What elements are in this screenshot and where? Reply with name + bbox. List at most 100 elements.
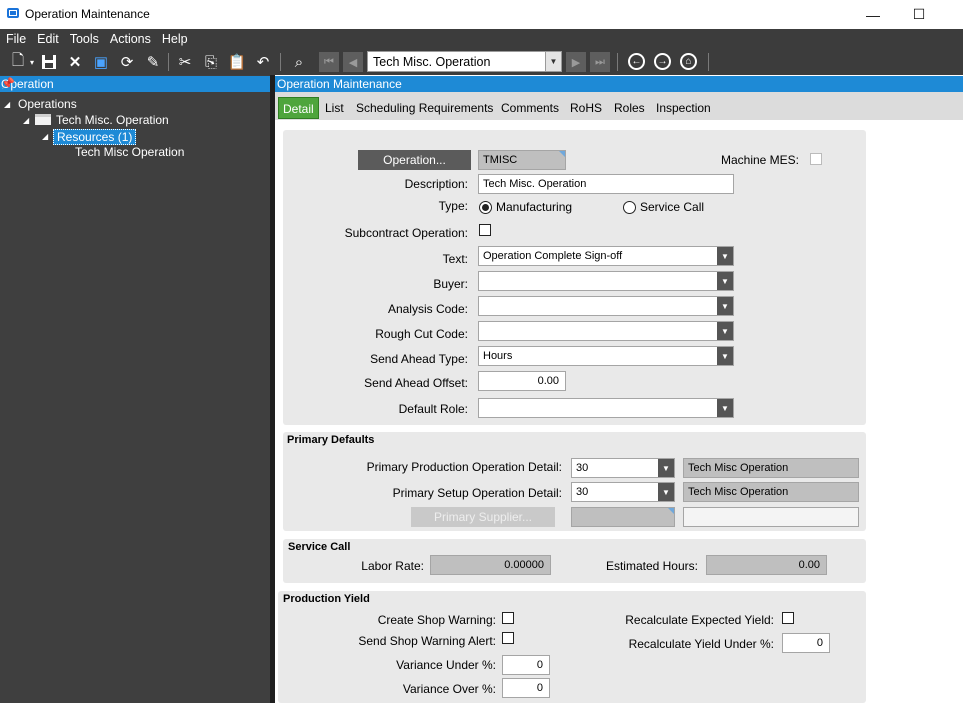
operation-id-field[interactable]: TMISC <box>478 150 566 170</box>
expand-arrow-icon[interactable]: ◢ <box>42 132 48 141</box>
buyer-combo[interactable]: ▼ <box>478 271 734 291</box>
tab-comments[interactable]: Comments <box>497 97 563 119</box>
delete-icon[interactable]: ✕ <box>65 52 85 72</box>
tab-inspection[interactable]: Inspection <box>652 97 715 119</box>
text-label: Text: <box>442 252 468 266</box>
service-call-title: Service Call <box>288 541 351 553</box>
primary-setup-desc: Tech Misc Operation <box>683 482 859 502</box>
description-field[interactable]: Tech Misc. Operation <box>478 174 734 194</box>
primary-supplier-button[interactable]: Primary Supplier... <box>411 507 555 527</box>
last-record-icon[interactable]: ⏭ <box>590 52 610 72</box>
chevron-down-icon[interactable]: ▼ <box>717 322 733 340</box>
primary-production-label: Primary Production Operation Detail: <box>366 460 562 474</box>
chevron-down-icon[interactable]: ▼ <box>717 272 733 290</box>
operation-button[interactable]: Operation... <box>358 150 471 170</box>
primary-defaults-title: Primary Defaults <box>287 434 375 446</box>
menu-tools[interactable]: Tools <box>64 30 104 50</box>
recalculate-expected-yield-checkbox[interactable] <box>782 612 794 624</box>
default-role-label: Default Role: <box>398 402 468 416</box>
next-record-icon[interactable]: ▶ <box>566 52 586 72</box>
send-ahead-type-combo[interactable]: Hours ▼ <box>478 346 734 366</box>
tab-scheduling-requirements[interactable]: Scheduling Requirements <box>352 97 497 119</box>
recalculate-yield-under-label: Recalculate Yield Under %: <box>628 637 774 651</box>
chevron-down-icon[interactable]: ▼ <box>658 483 674 501</box>
tree-node-operation[interactable]: Tech Misc. Operation <box>56 113 169 127</box>
toolbar-separator <box>708 53 709 71</box>
minimize-button[interactable]: — <box>850 0 896 29</box>
labor-rate-field: 0.00000 <box>430 555 551 575</box>
tree-node-resources[interactable]: Resources (1) <box>53 129 137 145</box>
type-manufacturing-radio[interactable] <box>479 201 492 214</box>
chevron-down-icon[interactable]: ▼ <box>658 459 674 477</box>
menubar: File Edit Tools Actions Help <box>0 30 193 50</box>
variance-over-field[interactable]: 0 <box>502 678 550 698</box>
chevron-down-icon[interactable]: ▼ <box>717 399 733 417</box>
menu-edit[interactable]: Edit <box>31 30 64 50</box>
chevron-down-icon[interactable]: ▼ <box>717 247 733 265</box>
clear-icon[interactable]: ✎ <box>143 52 163 72</box>
window-title: Operation Maintenance <box>25 7 150 21</box>
type-service-call-label: Service Call <box>640 200 705 214</box>
send-ahead-type-value: Hours <box>483 350 513 362</box>
menu-help[interactable]: Help <box>156 30 193 50</box>
send-ahead-offset-field[interactable]: 0.00 <box>478 371 566 391</box>
text-combo-value: Operation Complete Sign-off <box>483 250 623 262</box>
recalculate-expected-yield-label: Recalculate Expected Yield: <box>625 613 774 627</box>
primary-production-combo[interactable]: 30 ▼ <box>571 458 675 478</box>
analysis-code-label: Analysis Code: <box>387 302 468 316</box>
previous-record-icon[interactable]: ◀ <box>343 52 363 72</box>
subcontract-label: Subcontract Operation: <box>344 226 468 240</box>
send-shop-warning-alert-checkbox[interactable] <box>502 632 514 644</box>
app-icon <box>7 8 19 18</box>
refresh-icon[interactable]: ⟳ <box>117 52 137 72</box>
tab-detail[interactable]: Detail <box>278 97 319 119</box>
tab-roles[interactable]: Roles <box>610 97 649 119</box>
tree-node-resource-leaf[interactable]: Tech Misc Operation <box>75 145 184 159</box>
expand-arrow-icon[interactable]: ◢ <box>4 100 10 109</box>
create-shop-warning-checkbox[interactable] <box>502 612 514 624</box>
cut-icon[interactable]: ✂ <box>175 52 195 72</box>
maximize-button[interactable]: ☐ <box>896 0 942 29</box>
recalculate-yield-under-field[interactable]: 0 <box>782 633 830 653</box>
tab-list[interactable]: List <box>321 97 348 119</box>
primary-production-value: 30 <box>576 462 589 474</box>
paste-icon[interactable]: 📋 <box>227 52 247 72</box>
rough-cut-code-label: Rough Cut Code: <box>375 327 468 341</box>
forward-icon[interactable]: → <box>654 53 671 70</box>
type-service-call-radio[interactable] <box>623 201 636 214</box>
rough-cut-code-combo[interactable]: ▼ <box>478 321 734 341</box>
print-preview-icon[interactable]: ▣ <box>91 52 111 72</box>
menu-actions[interactable]: Actions <box>104 30 156 50</box>
machine-mes-label: Machine MES: <box>720 153 799 167</box>
toolbar-separator <box>617 53 618 71</box>
labor-rate-label: Labor Rate: <box>361 559 424 573</box>
back-icon[interactable]: ← <box>628 53 645 70</box>
analysis-code-combo[interactable]: ▼ <box>478 296 734 316</box>
tab-rohs[interactable]: RoHS <box>566 97 606 119</box>
home-icon[interactable]: ⌂ <box>680 53 697 70</box>
default-role-combo[interactable]: ▼ <box>478 398 734 418</box>
primary-setup-combo[interactable]: 30 ▼ <box>571 482 675 502</box>
create-shop-warning-label: Create Shop Warning: <box>377 613 496 627</box>
tree-node-operations[interactable]: Operations <box>18 97 77 111</box>
pin-icon[interactable]: 📌 <box>1 77 262 90</box>
variance-under-field[interactable]: 0 <box>502 655 550 675</box>
record-nav-combo[interactable]: Tech Misc. Operation ▼ <box>367 51 562 72</box>
estimated-hours-field: 0.00 <box>706 555 827 575</box>
variance-over-label: Variance Over %: <box>402 682 496 696</box>
text-combo[interactable]: Operation Complete Sign-off ▼ <box>478 246 734 266</box>
machine-mes-checkbox[interactable] <box>810 153 822 165</box>
detail-panel-header: Operation Maintenance <box>275 76 963 92</box>
undo-icon[interactable]: ↶ <box>253 52 273 72</box>
chevron-down-icon[interactable]: ▼ <box>717 297 733 315</box>
menu-file[interactable]: File <box>0 30 31 50</box>
search-icon[interactable]: ⌕ <box>289 52 309 72</box>
first-record-icon[interactable]: ⏮ <box>319 52 339 72</box>
expand-arrow-icon[interactable]: ◢ <box>23 116 29 125</box>
chevron-down-icon[interactable]: ▼ <box>717 347 733 365</box>
chevron-down-icon[interactable]: ▼ <box>545 52 561 71</box>
tree-panel <box>0 75 270 703</box>
subcontract-checkbox[interactable] <box>479 224 491 236</box>
copy-icon[interactable]: ⎘ <box>201 52 221 72</box>
save-icon[interactable] <box>39 52 59 72</box>
